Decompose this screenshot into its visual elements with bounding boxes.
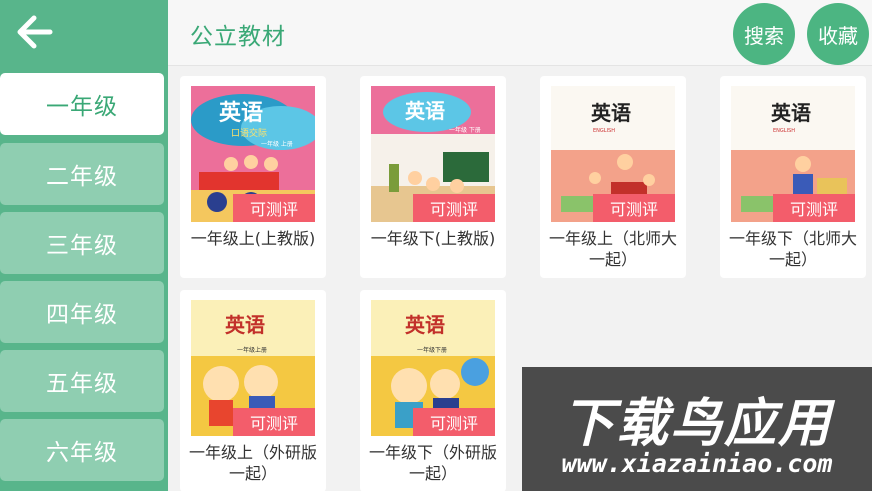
svg-text:英语: 英语 — [405, 313, 445, 337]
svg-text:口语交际: 口语交际 — [231, 127, 267, 139]
sidebar-item-grade-3[interactable]: 三年级 — [0, 212, 164, 274]
sidebar-item-grade-2[interactable]: 二年级 — [0, 143, 164, 205]
book-card[interactable]: 英语 ENGLISH 可测评 一年级上（北师大一起） — [540, 76, 686, 278]
sidebar-item-grade-5[interactable]: 五年级 — [0, 350, 164, 412]
book-title: 一年级上（外研版一起） — [188, 443, 317, 483]
book-card[interactable]: 英语 一年级上册 可测评 一年级上（外研版一起） — [180, 290, 326, 491]
book-title: 一年级下（外研版一起） — [368, 443, 497, 483]
sidebar-item-grade-6[interactable]: 六年级 — [0, 419, 164, 481]
book-cover: 英语 口语交际 一年级 上册 可测评 — [191, 86, 315, 222]
page-title: 公立教材 — [190, 24, 286, 50]
evaluable-badge: 可测评 — [233, 408, 315, 436]
book-card[interactable]: 英语 ENGLISH 可测评 一年级下（北师大一起） — [720, 76, 866, 278]
book-title: 一年级上（北师大一起） — [548, 229, 677, 269]
svg-text:英语: 英语 — [591, 101, 631, 125]
svg-text:英语: 英语 — [771, 101, 811, 125]
book-cover: 英语 一年级下册 可测评 — [371, 300, 495, 436]
evaluable-badge: 可测评 — [233, 194, 315, 222]
sidebar-item-grade-4[interactable]: 四年级 — [0, 281, 164, 343]
svg-text:ENGLISH: ENGLISH — [773, 128, 795, 134]
svg-text:英语: 英语 — [219, 101, 263, 126]
back-button[interactable] — [0, 0, 168, 64]
watermark: 下载鸟应用 www.xiazainiao.com — [522, 367, 872, 491]
svg-text:英语: 英语 — [405, 99, 445, 123]
svg-text:一年级 下册: 一年级 下册 — [449, 126, 481, 134]
svg-text:一年级上册: 一年级上册 — [237, 346, 267, 354]
evaluable-badge: 可测评 — [413, 194, 495, 222]
watermark-text: 下载鸟应用 — [561, 394, 832, 454]
header: 公立教材 搜索 收藏 — [168, 0, 872, 66]
book-card[interactable]: 英语 口语交际 一年级 上册 可测评 一年级上(上教版) — [180, 76, 326, 278]
book-title: 一年级下(上教版) — [370, 229, 496, 248]
book-card[interactable]: 英语 一年级 下册 可测评 一年级下(上教版) — [360, 76, 506, 278]
evaluable-badge: 可测评 — [413, 408, 495, 436]
back-arrow-icon — [17, 15, 53, 49]
book-cover: 英语 ENGLISH 可测评 — [551, 86, 675, 222]
svg-text:一年级 上册: 一年级 上册 — [261, 140, 293, 148]
book-title: 一年级上(上教版) — [190, 229, 316, 248]
book-cover: 英语 一年级上册 可测评 — [191, 300, 315, 436]
sidebar-item-grade-1[interactable]: 一年级 — [0, 73, 164, 135]
evaluable-badge: 可测评 — [593, 194, 675, 222]
book-cover: 英语 一年级 下册 可测评 — [371, 86, 495, 222]
search-button[interactable]: 搜索 — [733, 3, 795, 65]
book-title: 一年级下（北师大一起） — [728, 229, 857, 269]
book-cover: 英语 ENGLISH 可测评 — [731, 86, 855, 222]
sidebar: 一年级 二年级 三年级 四年级 五年级 六年级 — [0, 0, 168, 491]
book-card[interactable]: 英语 一年级下册 可测评 一年级下（外研版一起） — [360, 290, 506, 491]
watermark-url: www.xiazainiao.com — [561, 449, 833, 478]
svg-text:英语: 英语 — [225, 313, 265, 337]
svg-text:ENGLISH: ENGLISH — [593, 128, 615, 134]
favorites-button[interactable]: 收藏 — [807, 3, 869, 65]
evaluable-badge: 可测评 — [773, 194, 855, 222]
svg-text:一年级下册: 一年级下册 — [417, 346, 447, 354]
